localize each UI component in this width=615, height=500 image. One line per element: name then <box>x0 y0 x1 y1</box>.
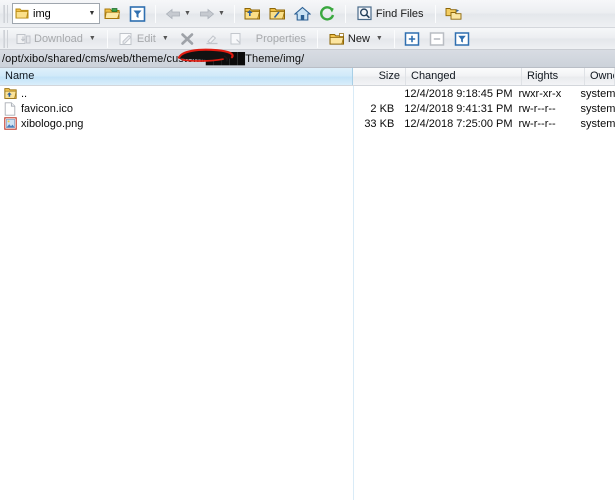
column-header-size[interactable]: Size <box>353 68 406 85</box>
file-name-label: favicon.ico <box>21 102 73 115</box>
forward-arrow-icon <box>199 8 215 20</box>
actions-separator-1 <box>106 29 108 48</box>
find-files-button[interactable]: Find Files <box>352 3 429 25</box>
filter-icon <box>129 5 146 22</box>
column-header-name[interactable]: Name <box>0 68 353 85</box>
new-folder-icon <box>329 32 345 46</box>
edit-label: Edit <box>136 32 156 45</box>
toolbar-separator-3 <box>344 4 346 23</box>
file-rights-cell: rw-r--r-- <box>518 117 556 130</box>
open-directory-icon <box>104 6 121 21</box>
file-owner-cell: system. <box>580 102 615 115</box>
actions-separator-3 <box>393 29 395 48</box>
file-owner-cell: system. <box>580 87 615 100</box>
duplicate-button[interactable] <box>226 28 249 50</box>
forward-dropdown-caret[interactable]: ▼ <box>218 10 225 17</box>
file-list[interactable]: .. 12/4/2018 9:18:45 PM rwxr-xr-x system… <box>0 86 615 500</box>
edit-button[interactable]: Edit ▼ <box>114 28 174 50</box>
file-changed-cell: 12/4/2018 7:25:00 PM <box>404 117 513 130</box>
current-path-text: /opt/xibo/shared/cms/web/theme/custom/██… <box>2 52 305 65</box>
column-header-owner[interactable]: Owner <box>585 68 615 85</box>
parent-folder-icon <box>4 87 17 101</box>
file-name-cell[interactable]: xibologo.png <box>0 116 347 131</box>
table-row[interactable]: favicon.ico 2 KB 12/4/2018 9:41:31 PM rw… <box>0 101 615 116</box>
new-button[interactable]: New ▼ <box>324 28 388 50</box>
chevron-down-icon[interactable]: ▼ <box>85 10 99 17</box>
winscp-file-browser-window: img ▼ ▼ ▼ Find Files Download ▼ Edit ▼ P… <box>0 0 615 500</box>
new-label: New <box>347 32 370 45</box>
refresh-button[interactable] <box>316 3 339 25</box>
file-name-label: .. <box>21 87 28 100</box>
folder-icon <box>15 7 29 20</box>
generic-file-icon <box>4 101 17 116</box>
table-row[interactable]: xibologo.png 33 KB 12/4/2018 7:25:00 PM … <box>0 116 615 131</box>
file-rights-cell: rw-r--r-- <box>518 102 556 115</box>
image-file-icon <box>4 116 17 131</box>
home-directory-button[interactable] <box>291 3 314 25</box>
selection-filter-button[interactable] <box>451 28 474 50</box>
file-changed-cell: 12/4/2018 9:41:31 PM <box>404 102 513 115</box>
download-icon <box>16 32 31 46</box>
root-directory-button[interactable] <box>266 3 289 25</box>
open-directory-button[interactable] <box>101 3 124 25</box>
synchronize-browsing-icon <box>445 6 462 21</box>
refresh-icon <box>319 6 336 21</box>
selection-filter-icon <box>454 31 470 46</box>
delete-button[interactable] <box>176 28 199 50</box>
magnifier-icon <box>357 6 373 21</box>
rename-icon <box>205 32 220 46</box>
file-rights-cell: rwxr-xr-x <box>518 87 562 100</box>
file-name-label: xibologo.png <box>21 117 84 130</box>
current-path-bar[interactable]: /opt/xibo/shared/cms/web/theme/custom/██… <box>0 50 615 68</box>
back-button[interactable]: ▼ <box>162 3 194 25</box>
remote-path-combobox[interactable]: img ▼ <box>12 3 100 24</box>
back-arrow-icon <box>165 8 181 20</box>
select-less-button[interactable] <box>426 28 449 50</box>
remote-path-value: img <box>33 7 51 20</box>
edit-icon <box>119 32 134 46</box>
file-size-cell: 33 KB <box>364 117 395 130</box>
toolbar-separator-2 <box>233 4 235 23</box>
table-row[interactable]: .. 12/4/2018 9:18:45 PM rwxr-xr-x system… <box>0 86 615 101</box>
find-files-label: Find Files <box>375 7 424 20</box>
file-list-header: Name Size Changed Rights Owner <box>0 68 615 86</box>
column-divider-line <box>353 86 354 500</box>
download-label: Download <box>34 32 83 45</box>
file-size-cell: 2 KB <box>370 102 395 115</box>
forward-button[interactable]: ▼ <box>196 3 228 25</box>
toolbar-separator <box>155 4 156 23</box>
toolbar-separator-4 <box>434 4 436 23</box>
back-dropdown-caret[interactable]: ▼ <box>184 10 191 17</box>
select-more-button[interactable] <box>401 28 424 50</box>
column-header-rights[interactable]: Rights <box>522 68 585 85</box>
duplicate-icon <box>230 32 245 46</box>
toolbar-grip-2[interactable] <box>3 29 8 48</box>
synchronize-browsing-button[interactable] <box>442 3 465 25</box>
rename-button[interactable] <box>201 28 224 50</box>
column-header-changed[interactable]: Changed <box>406 68 522 85</box>
root-directory-icon <box>269 6 286 21</box>
top-toolbar: img ▼ ▼ ▼ Find Files <box>0 0 615 28</box>
file-name-cell[interactable]: favicon.ico <box>0 101 347 116</box>
new-dropdown-caret[interactable]: ▼ <box>376 35 383 42</box>
file-actions-toolbar: Download ▼ Edit ▼ Properties New ▼ <box>0 28 615 50</box>
filter-button[interactable] <box>126 3 149 25</box>
properties-label: Properties <box>255 32 306 45</box>
file-changed-cell: 12/4/2018 9:18:45 PM <box>404 87 513 100</box>
edit-dropdown-caret[interactable]: ▼ <box>162 35 169 42</box>
actions-separator-2 <box>316 29 318 48</box>
file-name-cell[interactable]: .. <box>0 87 347 101</box>
properties-button[interactable]: Properties <box>251 28 311 50</box>
parent-directory-button[interactable] <box>241 3 264 25</box>
download-button[interactable]: Download ▼ <box>11 28 101 50</box>
home-icon <box>293 6 311 21</box>
download-dropdown-caret[interactable]: ▼ <box>89 35 96 42</box>
file-owner-cell: system. <box>580 117 615 130</box>
select-less-icon <box>429 31 445 46</box>
parent-directory-icon <box>244 6 261 21</box>
select-more-icon <box>404 31 420 46</box>
delete-icon <box>180 32 195 46</box>
toolbar-grip[interactable] <box>3 4 8 23</box>
